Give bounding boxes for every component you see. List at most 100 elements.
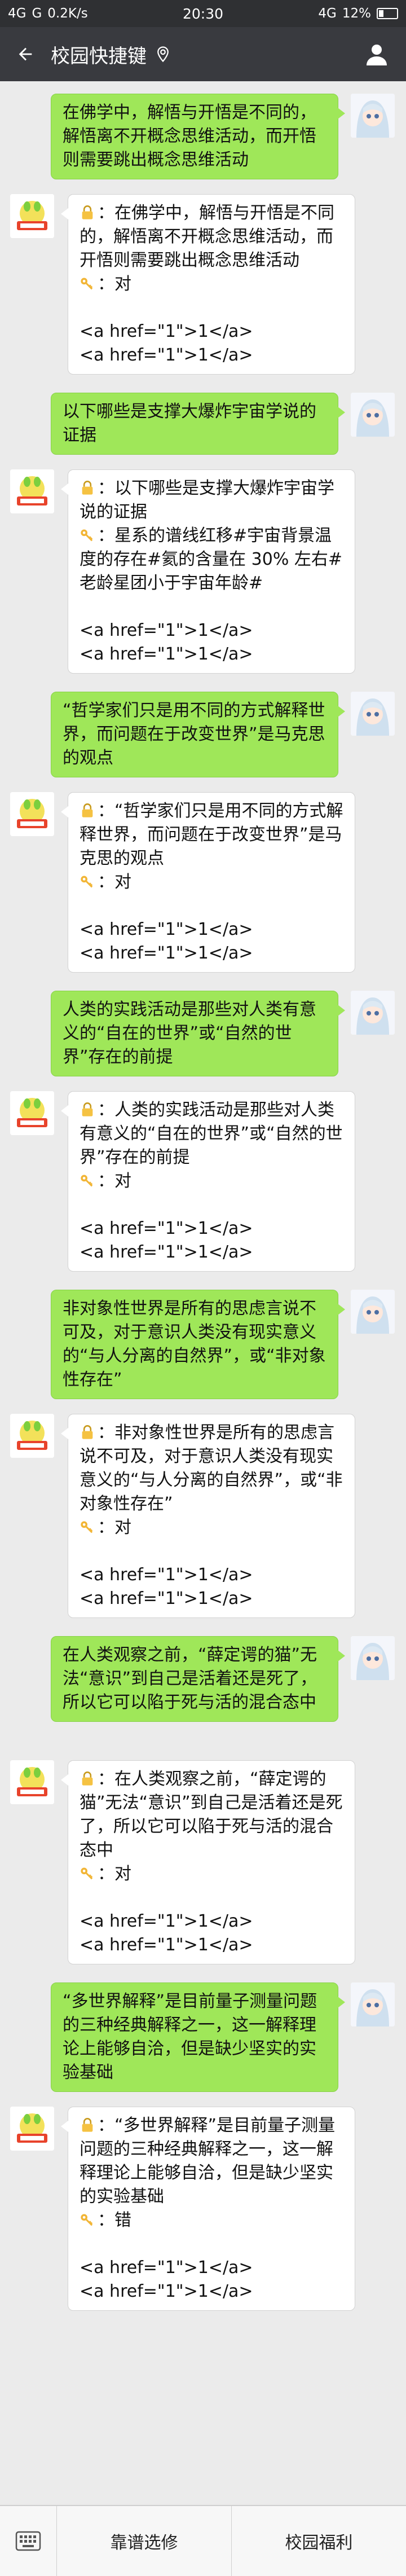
key-icon (80, 1518, 98, 1537)
bot-reply-bubble[interactable]: ：“哲学家们只是用不同的方式解释世界，而问题在于改变世界”是马克思的观点 ：对 <a… (61, 792, 355, 973)
reply-answer-line: ：对 (80, 1516, 343, 1540)
user-avatar[interactable] (351, 991, 395, 1035)
key-icon (80, 1864, 98, 1884)
bot-avatar[interactable] (10, 1091, 54, 1135)
reply-link[interactable]: <a href="1">1</a> (80, 344, 343, 367)
reply-question-text: ：“哲学家们只是用不同的方式解释世界，而问题在于改变世界”是马克思的观点 (80, 801, 343, 868)
user-message-bubble[interactable]: 人类的实践活动是那些对人类有意义的“自在的世界”或“自然的世界”存在的前提 (51, 991, 345, 1076)
user-avatar[interactable] (351, 1982, 395, 2026)
reply-question-text: ：人类的实践活动是那些对人类有意义的“自在的世界”或“自然的世界”存在的前提 (80, 1100, 343, 1167)
reply-answer-line: ：错 (80, 2209, 343, 2232)
reply-answer-line: ：对 (80, 1170, 343, 1193)
user-message-bubble[interactable]: “哲学家们只是用不同的方式解释世界，而问题在于改变世界”是马克思的观点 (51, 692, 345, 777)
reply-link[interactable]: <a href="1">1</a> (80, 2280, 343, 2304)
reply-link[interactable]: <a href="1">1</a> (80, 320, 343, 344)
key-icon (80, 1171, 98, 1191)
location-pin-icon (157, 46, 169, 63)
reply-link[interactable]: <a href="1">1</a> (80, 1563, 343, 1587)
reply-question-line: ：人类的实践活动是那些对人类有意义的“自在的世界”或“自然的世界”存在的前提 (80, 1098, 343, 1170)
keyboard-icon[interactable] (0, 2506, 57, 2576)
reply-link[interactable]: <a href="1">1</a> (80, 1587, 343, 1611)
user-avatar[interactable] (351, 692, 395, 736)
bot-avatar[interactable] (10, 2107, 54, 2151)
battery-icon (377, 8, 398, 19)
menu-item-elective-courses[interactable]: 靠谱选修 (57, 2506, 232, 2576)
user-message-bubble[interactable]: 在人类观察之前，“薛定谔的猫”无法“意识”到自己是活着还是死了，所以它可以陷于死… (51, 1636, 345, 1722)
lock-icon (80, 203, 98, 223)
reply-answer-text: ：星系的谱线红移#宇宙背景温度的存在#氦的含量在 30% 左右#老龄星团小于宇宙… (80, 526, 343, 593)
page-title: 校园快捷键 (51, 45, 147, 68)
user-avatar[interactable] (351, 94, 395, 138)
user-avatar[interactable] (351, 1636, 395, 1680)
reply-link[interactable]: <a href="1">1</a> (80, 643, 343, 666)
bot-reply-bubble[interactable]: ：在佛学中，解悟与开悟是不同的，解悟离不开概念思维活动，而开悟则需要跳出概念思维… (61, 194, 355, 375)
bot-avatar[interactable] (10, 194, 54, 238)
clock: 20:30 (182, 5, 224, 22)
reply-answer-text: ：对 (98, 274, 131, 294)
reply-question-line: ：在人类观察之前，“薛定谔的猫”无法“意识”到自己是活着还是死了，所以它可以陷于… (80, 1768, 343, 1862)
reply-answer-text: ：对 (98, 1518, 131, 1537)
bot-reply-bubble[interactable]: ：人类的实践活动是那些对人类有意义的“自在的世界”或“自然的世界”存在的前提 ：对… (61, 1091, 355, 1272)
lock-icon (80, 1423, 98, 1443)
person-icon[interactable] (363, 41, 390, 68)
reply-question-line: ：非对象性世界是所有的思虑言说不可及，对于意识人类没有现实意义的“与人分离的自然… (80, 1421, 343, 1516)
lock-icon (80, 2116, 98, 2135)
lock-icon (80, 801, 98, 821)
reply-question-text: ：“多世界解释”是目前量子测量问题的三种经典解释之一，这一解释理论上能够自洽，但… (80, 2116, 336, 2206)
reply-link[interactable]: <a href="1">1</a> (80, 1241, 343, 1264)
bot-reply-bubble[interactable]: ：非对象性世界是所有的思虑言说不可及，对于意识人类没有现实意义的“与人分离的自然… (61, 1414, 355, 1618)
bot-reply-bubble[interactable]: ：“多世界解释”是目前量子测量问题的三种经典解释之一，这一解释理论上能够自洽，但… (61, 2107, 355, 2311)
user-message-bubble[interactable]: “多世界解释”是目前量子测量问题的三种经典解释之一，这一解释理论上能够自洽，但是… (51, 1982, 345, 2092)
reply-question-line: ：“哲学家们只是用不同的方式解释世界，而问题在于改变世界”是马克思的观点 (80, 799, 343, 871)
bot-avatar[interactable] (10, 1760, 54, 1804)
bot-avatar[interactable] (10, 469, 54, 513)
bot-reply-bubble[interactable]: ：在人类观察之前，“薛定谔的猫”无法“意识”到自己是活着还是死了，所以它可以陷于… (61, 1760, 355, 1964)
reply-link[interactable]: <a href="1">1</a> (80, 1217, 343, 1241)
lock-icon (80, 1100, 98, 1120)
reply-question-text: ：在人类观察之前，“薛定谔的猫”无法“意识”到自己是活着还是死了，所以它可以陷于… (80, 1769, 343, 1860)
back-arrow-icon[interactable] (0, 27, 51, 81)
key-icon (80, 2210, 98, 2230)
reply-question-text: ：以下哪些是支撑大爆炸宇宙学说的证据 (80, 478, 334, 522)
key-icon (80, 872, 98, 892)
reply-answer-line: ：对 (80, 1862, 343, 1886)
user-avatar[interactable] (351, 393, 395, 437)
reply-link[interactable]: <a href="1">1</a> (80, 619, 343, 643)
reply-question-line: ：在佛学中，解悟与开悟是不同的，解悟离不开概念思维活动，而开悟则需要跳出概念思维… (80, 201, 343, 272)
user-message-bubble[interactable]: 在佛学中，解悟与开悟是不同的，解悟离不开概念思维活动，而开悟则需要跳出概念思维活… (51, 94, 345, 179)
user-message-bubble[interactable]: 非对象性世界是所有的思虑言说不可及，对于意识人类没有现实意义的“与人分离的自然界… (51, 1290, 345, 1399)
bot-reply-bubble[interactable]: ：以下哪些是支撑大爆炸宇宙学说的证据 ：星系的谱线红移#宇宙背景温度的存在#氦的含… (61, 469, 355, 674)
menu-item-campus-benefits[interactable]: 校园福利 (232, 2506, 406, 2576)
reply-answer-text: ：错 (98, 2210, 131, 2230)
key-icon (80, 274, 98, 294)
lock-icon (80, 478, 98, 498)
reply-answer-line: ：对 (80, 272, 343, 296)
reply-link[interactable]: <a href="1">1</a> (80, 942, 343, 965)
reply-question-text: ：非对象性世界是所有的思虑言说不可及，对于意识人类没有现实意义的“与人分离的自然… (80, 1423, 343, 1514)
bottom-menu-bar: 靠谱选修 校园福利 (0, 2505, 406, 2576)
reply-answer-text: ：对 (98, 872, 131, 892)
reply-answer-text: ：对 (98, 1864, 131, 1884)
reply-answer-line: ：对 (80, 871, 343, 894)
reply-question-line: ：以下哪些是支撑大爆炸宇宙学说的证据 (80, 477, 343, 524)
user-avatar[interactable] (351, 1290, 395, 1334)
bot-avatar[interactable] (10, 792, 54, 836)
reply-link[interactable]: <a href="1">1</a> (80, 2256, 343, 2280)
reply-question-text: ：在佛学中，解悟与开悟是不同的，解悟离不开概念思维活动，而开悟则需要跳出概念思维… (80, 203, 334, 270)
reply-question-line: ：“多世界解释”是目前量子测量问题的三种经典解释之一，这一解释理论上能够自洽，但… (80, 2114, 343, 2209)
user-message-bubble[interactable]: 以下哪些是支撑大爆炸宇宙学说的证据 (51, 393, 345, 455)
bot-avatar[interactable] (10, 1414, 54, 1458)
reply-answer-line: ：星系的谱线红移#宇宙背景温度的存在#氦的含量在 30% 左右#老龄星团小于宇宙… (80, 524, 343, 595)
reply-link[interactable]: <a href="1">1</a> (80, 1933, 343, 1957)
lock-icon (80, 1769, 98, 1789)
reply-link[interactable]: <a href="1">1</a> (80, 1910, 343, 1933)
reply-answer-text: ：对 (98, 1171, 131, 1191)
key-icon (80, 526, 98, 546)
reply-link[interactable]: <a href="1">1</a> (80, 918, 343, 942)
